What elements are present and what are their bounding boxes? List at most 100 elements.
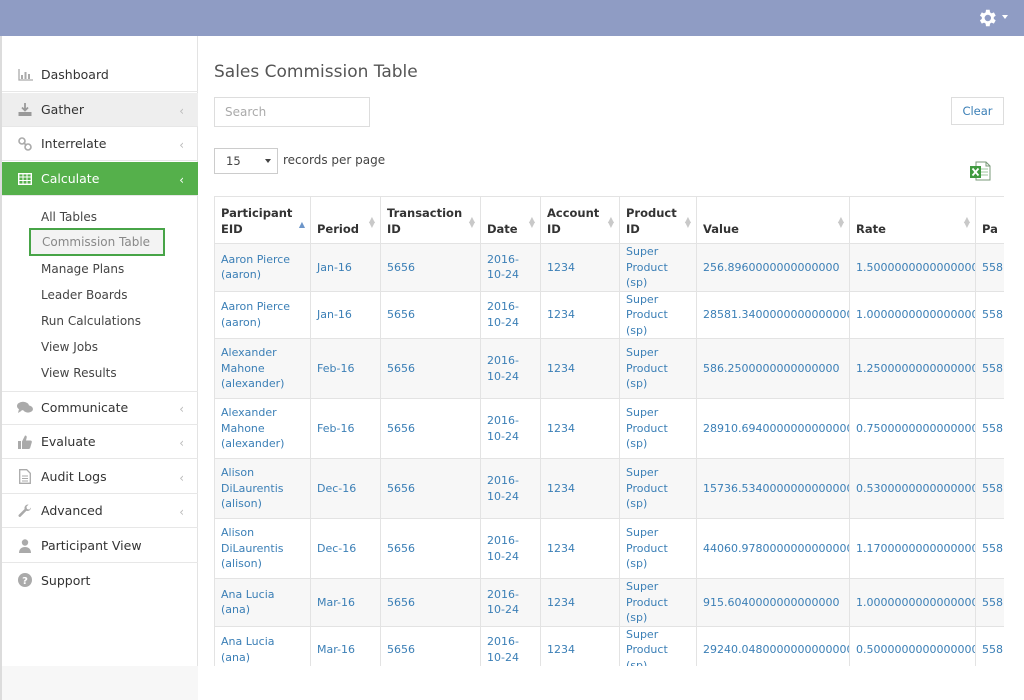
cell-participant[interactable]: Alison DiLaurentis (alison) xyxy=(214,458,311,519)
search-input[interactable]: Search xyxy=(214,97,370,127)
cell-account: 1234 xyxy=(540,625,620,666)
submenu-leader-boards[interactable]: Leader Boards xyxy=(41,286,127,304)
sort-icon: ▲ ▼ xyxy=(468,215,475,229)
cell-participant[interactable]: Alexander Mahone (alexander) xyxy=(214,398,311,459)
sidebar-item-label: Dashboard xyxy=(41,67,109,82)
sidebar-item-evaluate[interactable]: Evaluate ‹ xyxy=(2,425,198,459)
submenu-run-calculations[interactable]: Run Calculations xyxy=(41,312,141,330)
cell-participant[interactable]: Ana Lucia (ana) xyxy=(214,625,311,666)
sidebar-item-label: Interrelate xyxy=(41,136,107,151)
sort-icon: ▲ ▼ xyxy=(963,215,970,229)
comments-icon xyxy=(17,401,33,415)
chevron-left-icon: ‹ xyxy=(179,402,184,416)
column-header-transaction-id[interactable]: Transaction ID ▲ ▼ xyxy=(380,196,481,244)
cell-transaction: 5656 xyxy=(380,290,481,339)
cell-participant[interactable]: Alexander Mahone (alexander) xyxy=(214,338,311,399)
cell-participant[interactable]: Ana Lucia (ana) xyxy=(214,578,311,627)
cell-value: 256.8960000000000000 xyxy=(696,243,850,292)
link-icon xyxy=(17,136,33,151)
submenu-commission-table[interactable]: Commission Table xyxy=(29,228,165,256)
chevron-left-icon: ‹ xyxy=(179,471,184,485)
thumbs-up-icon xyxy=(17,435,33,449)
table-row[interactable]: Ana Lucia (ana) Mar-16 5656 2016-10-24 1… xyxy=(214,578,1004,627)
calculate-submenu: All Tables Commission Table Manage Plans… xyxy=(2,198,198,392)
cell-account: 1234 xyxy=(540,398,620,459)
table-row[interactable]: Aaron Pierce (aaron) Jan-16 5656 2016-10… xyxy=(214,290,1004,339)
cell-pa: 558 xyxy=(975,290,1004,339)
cell-period: Dec-16 xyxy=(310,518,381,579)
chevron-down-icon[interactable] xyxy=(1002,15,1008,19)
sidebar-item-label: Communicate xyxy=(41,400,129,415)
sidebar-item-audit-logs[interactable]: Audit Logs ‹ xyxy=(2,460,198,494)
gear-icon[interactable] xyxy=(976,7,998,29)
cell-product: Super Product (sp) xyxy=(619,243,697,292)
sidebar-item-dashboard[interactable]: Dashboard xyxy=(2,58,198,92)
cell-rate: 0.5300000000000000 xyxy=(849,458,976,519)
sidebar-item-label: Participant View xyxy=(41,538,142,553)
table-row[interactable]: Ana Lucia (ana) Mar-16 5656 2016-10-24 1… xyxy=(214,625,1004,666)
submenu-manage-plans[interactable]: Manage Plans xyxy=(41,260,124,278)
cell-rate: 1.0000000000000000 xyxy=(849,290,976,339)
cell-rate: 1.2500000000000000 xyxy=(849,338,976,399)
submenu-view-results[interactable]: View Results xyxy=(41,364,117,382)
sidebar-item-support[interactable]: ? Support xyxy=(2,563,198,597)
chevron-left-icon: ‹ xyxy=(179,173,184,187)
clear-button[interactable]: Clear xyxy=(951,97,1004,125)
table-row[interactable]: Alison DiLaurentis (alison) Dec-16 5656 … xyxy=(214,458,1004,519)
cell-product: Super Product (sp) xyxy=(619,338,697,399)
table-row[interactable]: Aaron Pierce (aaron) Jan-16 5656 2016-10… xyxy=(214,243,1004,292)
sort-icon: ▲ ▼ xyxy=(837,215,844,229)
sidebar-item-advanced[interactable]: Advanced ‹ xyxy=(2,494,198,528)
column-header-account-id[interactable]: Account ID ▲ ▼ xyxy=(540,196,620,244)
sidebar-item-interrelate[interactable]: Interrelate ‹ xyxy=(2,127,198,161)
cell-transaction: 5656 xyxy=(380,518,481,579)
cell-product: Super Product (sp) xyxy=(619,578,697,627)
cell-value: 28910.6940000000000000 xyxy=(696,398,850,459)
table-row[interactable]: Alison DiLaurentis (alison) Dec-16 5656 … xyxy=(214,518,1004,579)
sidebar-item-calculate[interactable]: Calculate ‹ xyxy=(2,162,198,196)
cell-participant[interactable]: Alison DiLaurentis (alison) xyxy=(214,518,311,579)
cell-period: Feb-16 xyxy=(310,338,381,399)
column-header-value[interactable]: Value ▲ ▼ xyxy=(696,196,850,244)
submenu-view-jobs[interactable]: View Jobs xyxy=(41,338,98,356)
column-header-rate[interactable]: Rate ▲ ▼ xyxy=(849,196,976,244)
column-header-product-id[interactable]: Product ID ▲ ▼ xyxy=(619,196,697,244)
column-header-participant-eid[interactable]: Participant EID ▲ xyxy=(214,196,311,244)
cell-participant[interactable]: Aaron Pierce (aaron) xyxy=(214,290,311,339)
page-size-value: 15 xyxy=(226,154,241,168)
column-header-period[interactable]: Period ▲ ▼ xyxy=(310,196,381,244)
cell-rate: 1.5000000000000000 xyxy=(849,243,976,292)
sidebar-item-gather[interactable]: Gather ‹ xyxy=(2,93,198,127)
cell-date: 2016-10-24 xyxy=(480,290,541,339)
cell-product: Super Product (sp) xyxy=(619,458,697,519)
column-header-pa[interactable]: Pa xyxy=(975,196,1004,244)
cell-value: 28581.3400000000000000 xyxy=(696,290,850,339)
cell-transaction: 5656 xyxy=(380,398,481,459)
sidebar-item-communicate[interactable]: Communicate ‹ xyxy=(2,391,198,425)
sort-icon: ▲ ▼ xyxy=(607,215,614,229)
cell-transaction: 5656 xyxy=(380,243,481,292)
cell-pa: 558 xyxy=(975,578,1004,627)
cell-date: 2016-10-24 xyxy=(480,578,541,627)
sort-icon: ▲ ▼ xyxy=(684,215,691,229)
cell-account: 1234 xyxy=(540,458,620,519)
cell-participant[interactable]: Aaron Pierce (aaron) xyxy=(214,243,311,292)
submenu-all-tables[interactable]: All Tables xyxy=(41,208,97,226)
sidebar-item-participant-view[interactable]: Participant View xyxy=(2,529,198,563)
cell-pa: 558 xyxy=(975,518,1004,579)
sort-asc-icon: ▲ xyxy=(298,220,305,229)
table-row[interactable]: Alexander Mahone (alexander) Feb-16 5656… xyxy=(214,398,1004,459)
sidebar-item-label: Audit Logs xyxy=(41,469,107,484)
cell-period: Dec-16 xyxy=(310,458,381,519)
cell-value: 915.6040000000000000 xyxy=(696,578,850,627)
sidebar-item-label: Gather xyxy=(41,102,84,117)
cell-rate: 0.5000000000000000 xyxy=(849,625,976,666)
table-row[interactable]: Alexander Mahone (alexander) Feb-16 5656… xyxy=(214,338,1004,399)
cell-product: Super Product (sp) xyxy=(619,290,697,339)
cell-value: 15736.5340000000000000 xyxy=(696,458,850,519)
column-header-date[interactable]: Date ▲ ▼ xyxy=(480,196,541,244)
cell-value: 44060.9780000000000000 xyxy=(696,518,850,579)
excel-export-icon[interactable] xyxy=(969,160,991,182)
page-size-select[interactable]: 15 xyxy=(214,148,278,174)
commission-table: Participant EID ▲ Period ▲ ▼ Transaction ID… xyxy=(214,196,1004,666)
